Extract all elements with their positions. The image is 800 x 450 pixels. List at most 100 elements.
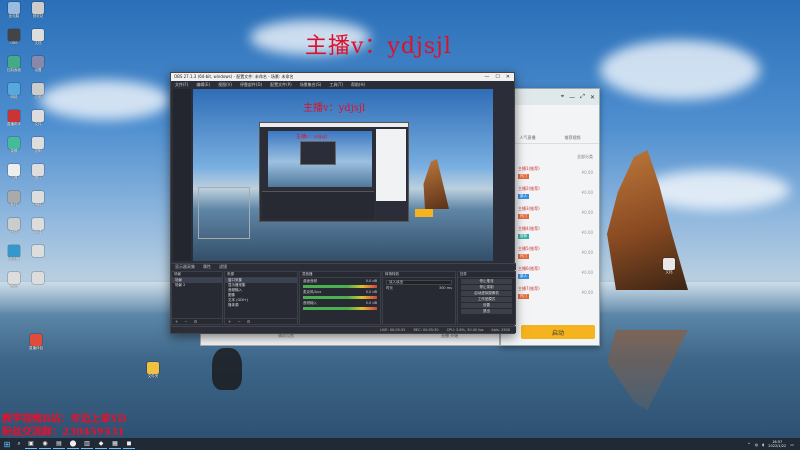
tab-recommended-video[interactable]: 推荐视频 [565,135,581,141]
list-item[interactable]: 主播5(推荐) 热门 ¥0.00 [507,242,593,262]
list-item[interactable]: 主播6(推荐) 新人 ¥0.00 [507,262,593,282]
duration-input[interactable]: 300 ms [439,286,452,291]
desktop-icon[interactable]: 说明 [26,137,50,163]
close-icon[interactable]: ✕ [506,74,510,80]
desktop-icon-folder[interactable]: 文件夹 [144,362,162,388]
taskbar-app-icon[interactable]: ▦ [109,439,121,449]
source-item[interactable]: 媒体源 [225,303,297,308]
channel-header: 音频输入 0.0 dB [303,301,377,306]
menu-item[interactable]: 文件(F) [175,82,188,88]
list-item[interactable]: 主播1(推荐) 热门 ¥0.00 [507,162,593,182]
maximize-icon[interactable]: ⤢ [580,93,585,101]
person-silhouette [212,348,242,390]
desktop-icon[interactable]: 控制面板 [2,56,26,82]
network-icon[interactable]: ◍ [755,442,759,447]
search-icon[interactable]: ⌕ [14,440,24,448]
desktop-icon[interactable]: 文件 [26,110,50,136]
menu-item[interactable]: 编辑(E) [196,82,210,88]
volume-meter[interactable] [303,296,377,299]
clock[interactable]: 16:57 2022/1/22 [768,440,786,448]
tray-chevron-icon[interactable]: ^ [747,442,750,447]
desktop-icon[interactable]: 资料 [26,191,50,217]
desktop-icon[interactable] [26,272,50,298]
list-item[interactable]: 主播3(推荐) 热门 ¥0.00 [507,202,593,222]
control-button[interactable]: 启动虚拟摄像机 [461,291,512,296]
desktop-icon[interactable] [26,245,50,271]
notification-icon[interactable]: ▭ [790,442,794,447]
close-icon[interactable]: ✕ [590,94,595,101]
gear-icon[interactable]: ⚙ [247,319,251,324]
properties-button[interactable]: 属性 [203,264,211,270]
remove-icon[interactable]: − [184,319,187,324]
menu-item[interactable]: 停靠部件(D) [240,82,262,88]
start-button[interactable]: 启动 [521,325,595,339]
taskbar-app-icon[interactable]: ◉ [39,439,51,449]
item-name: 主播7(推荐) [518,285,540,291]
desktop-icon[interactable]: 下载 [2,218,26,244]
desktop-icon[interactable]: 应用 [26,83,50,109]
desktop-icon[interactable]: 文档 [26,29,50,55]
minimize-icon[interactable]: — [484,74,489,80]
desktop-icon[interactable]: 设置 [26,56,50,82]
obs-preview[interactable]: 主播v：ydjsjl 主播v：ydjsjl [193,89,493,261]
control-button[interactable]: 退出 [461,309,512,314]
desktop-icon[interactable]: 音乐 [2,272,26,298]
start-menu-icon[interactable]: ⊞ [0,438,14,450]
desktop-icon[interactable]: 此电脑 [2,2,26,28]
desktop-icon-label: 浏览器 [8,257,20,261]
desktop-icon-document[interactable]: 文档 [660,258,678,284]
desktop-icon[interactable]: 网络 [2,83,26,109]
taskbar-app-icon[interactable]: ▥ [81,439,93,449]
desktop-icon[interactable]: 工具 [2,164,26,190]
desktop-icon[interactable]: OBS [2,29,26,55]
menu-item[interactable]: 视图(V) [218,82,232,88]
menu-item[interactable]: 配置文件(P) [270,82,292,88]
menu-item[interactable]: 帮助(H) [351,82,365,88]
remove-icon[interactable]: − [237,319,240,324]
desktop-icon[interactable]: 回收站 [26,2,50,28]
desktop-icon[interactable]: 新建 [26,218,50,244]
list-item[interactable]: 主播7(推荐) 热门 ¥0.00 [507,282,593,302]
item-tag: 热门 [518,293,529,299]
add-icon[interactable]: + [175,319,178,324]
item-name: 主播6(推荐) [518,265,540,271]
desktop-icon[interactable]: 直播助手 [2,110,26,136]
control-button[interactable]: 工作室模式 [461,297,512,302]
category-dropdown[interactable]: 全部分类 [577,154,593,160]
pin-icon[interactable]: ⌖ [561,93,564,101]
app-icon [8,245,20,257]
control-button[interactable]: 停止录制 [461,285,512,290]
gear-icon[interactable]: ⚙ [194,319,198,324]
obs-titlebar: OBS 27.1.3 (64-bit, windows) - 配置文件: 未命名… [171,73,514,81]
menu-item[interactable]: 场景集合(S) [300,82,322,88]
list-item[interactable]: 主播2(推荐) 新人 ¥0.00 [507,182,593,202]
source-selection-box[interactable] [198,187,250,239]
menu-item[interactable]: 工具(T) [329,82,343,88]
add-icon[interactable]: + [228,319,231,324]
desktop-icon[interactable]: 浏览器 [2,245,26,271]
desktop-icon[interactable]: 录屏 [2,137,26,163]
desktop-icon-live[interactable]: 直播伴侣 [24,334,48,360]
taskbar-app-icon[interactable]: ◼ [123,439,135,449]
control-button[interactable]: 停止推流 [461,279,512,284]
maximize-icon[interactable]: ☐ [495,74,499,80]
obs-side-toolbar [173,89,191,261]
list-item[interactable]: 主播4(推荐) 推荐 ¥0.00 [507,222,593,242]
taskbar-app-icon[interactable]: ◆ [95,439,107,449]
control-button[interactable]: 设置 [461,303,512,308]
taskbar-app-icon[interactable]: ▤ [53,439,65,449]
taskbar-app-icon[interactable]: ⬤ [67,439,79,449]
cloud [600,40,760,100]
desktop-icon[interactable]: 图片 [26,164,50,190]
minimize-icon[interactable]: — [569,94,575,101]
app-icon [8,2,20,14]
volume-meter[interactable] [303,307,377,310]
taskbar-app-icon[interactable]: ▣ [25,439,37,449]
filters-button[interactable]: 滤镜 [219,264,227,270]
desktop-icon[interactable]: 软件 [2,191,26,217]
volume-icon[interactable]: ◖ [762,442,764,447]
filter-bar: 推荐 全部分类 [501,152,599,162]
tab-popular-live[interactable]: 人气直播 [520,135,536,141]
volume-meter[interactable] [303,285,377,288]
scene-item[interactable]: 场景 2 [172,283,222,288]
